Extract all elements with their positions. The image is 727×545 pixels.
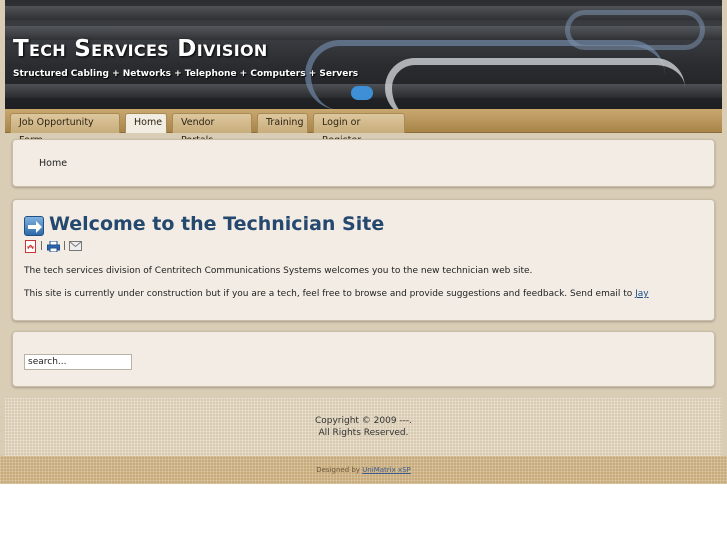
search-input[interactable] xyxy=(24,354,132,370)
designed-by: Designed by UniMatrix xSP xyxy=(0,466,727,474)
email-icon[interactable] xyxy=(69,241,82,254)
nav-tab-home[interactable]: Home xyxy=(125,113,167,133)
designer-link[interactable]: UniMatrix xSP xyxy=(362,466,411,474)
construction-text: This site is currently under constructio… xyxy=(24,289,636,299)
nav-tab-job-opportunity-form[interactable]: Job Opportunity Form xyxy=(10,113,120,146)
nav-tab-vendor-portals[interactable]: Vendor Portals xyxy=(172,113,252,146)
site-title: Tech Services Division xyxy=(13,36,268,62)
arrow-right-icon xyxy=(24,216,44,236)
main-nav: Job Opportunity Form Home Vendor Portals… xyxy=(5,109,722,146)
connector-decor xyxy=(351,86,373,100)
breadcrumb-home[interactable]: Home xyxy=(39,158,67,169)
contact-link[interactable]: Jay xyxy=(635,289,649,299)
designed-by-text: Designed by xyxy=(316,466,363,474)
nav-tab-training[interactable]: Training xyxy=(257,113,308,133)
page-wrapper: Tech Services Division Structured Cablin… xyxy=(0,0,727,484)
print-icon[interactable] xyxy=(47,240,60,255)
tool-separator: | xyxy=(63,241,67,251)
site-tagline: Structured Cabling + Networks + Telephon… xyxy=(13,69,359,79)
footer: Copyright © 2009 ---. All Rights Reserve… xyxy=(5,398,722,456)
header-banner: Tech Services Division Structured Cablin… xyxy=(5,0,722,109)
copyright: Copyright © 2009 ---. All Rights Reserve… xyxy=(5,415,722,439)
intro-paragraph: The tech services division of Centritech… xyxy=(24,266,533,276)
cable-decor xyxy=(565,10,705,50)
nav-tab-login-register[interactable]: Login or Register xyxy=(313,113,405,146)
rights-line: All Rights Reserved. xyxy=(318,428,409,438)
pdf-icon[interactable] xyxy=(25,240,36,256)
article-title: Welcome to the Technician Site xyxy=(49,213,385,235)
designed-by-bar: Designed by UniMatrix xSP xyxy=(0,456,727,484)
cable-decor xyxy=(385,58,685,109)
search-panel xyxy=(12,331,715,387)
content-panel: Welcome to the Technician Site | | The t… xyxy=(12,199,715,321)
copyright-line: Copyright © 2009 ---. xyxy=(314,416,413,426)
tool-separator: | xyxy=(40,241,44,251)
construction-paragraph: This site is currently under constructio… xyxy=(24,289,649,299)
breadcrumb-panel: Home xyxy=(12,139,715,187)
